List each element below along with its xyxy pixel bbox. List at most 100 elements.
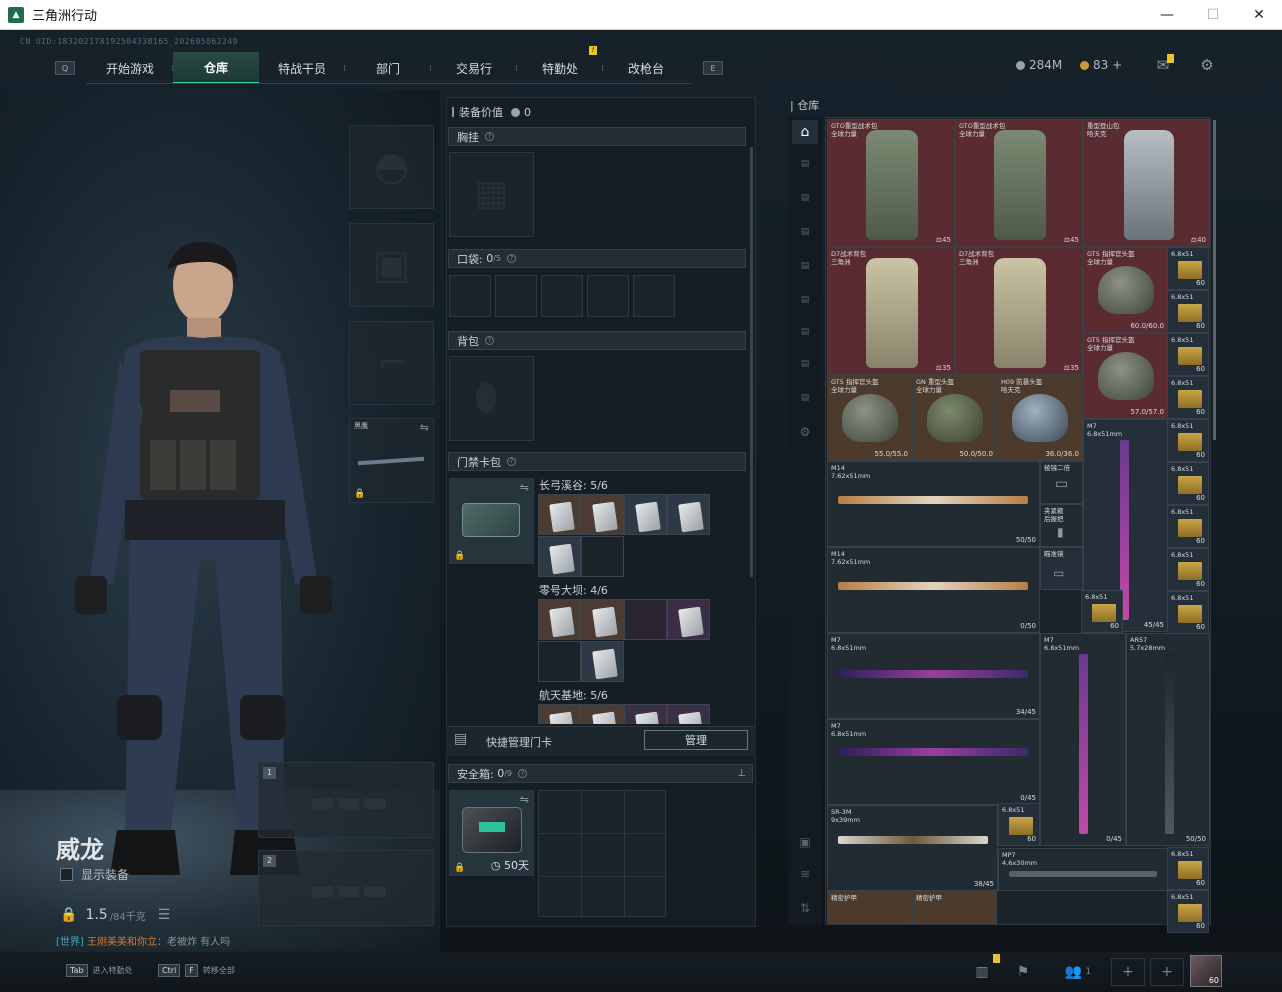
keycard-item[interactable] [667, 704, 710, 724]
tab-special-ops[interactable]: 特勤处! [517, 46, 603, 84]
ammo-item[interactable]: 6.8x51 60 [1167, 333, 1209, 376]
primary-weapon-slot-2[interactable]: 2 ▬▬▬ [258, 850, 434, 926]
tab-gunsmith[interactable]: 改枪台 [603, 52, 689, 84]
warehouse-item[interactable]: MP7 4.6x30mm [998, 848, 1168, 891]
pocket-slot-5[interactable] [633, 275, 675, 317]
warehouse-all-icon[interactable]: ⌂ [792, 120, 818, 144]
warehouse-item[interactable]: M7 6.8x51mm 0/45 [827, 719, 1040, 805]
swap-icon[interactable]: ⇋ [520, 793, 529, 806]
keycard-item[interactable] [624, 704, 667, 724]
chest-rig-slot[interactable]: ▦ [449, 152, 534, 237]
tab-department[interactable]: 部门 [345, 52, 431, 84]
keycard-empty-slot[interactable] [624, 599, 667, 640]
warehouse-item[interactable]: GT5 指挥官头盔 全球力量 57.0/57.0 [1083, 333, 1168, 419]
tab-trade[interactable]: 交易行 [431, 52, 517, 84]
safebox-grid[interactable] [538, 790, 666, 917]
warehouse-tab-6[interactable]: ▤ [792, 320, 818, 344]
nav-prev-key[interactable]: Q [55, 61, 75, 75]
tab-start-game[interactable]: 开始游戏 [87, 52, 173, 84]
warehouse-item[interactable]: D7战术背包 三角洲 ⚖35 [955, 247, 1083, 375]
melee-slot[interactable]: 黑鹰 ⇋ 🔒 [349, 418, 434, 503]
pocket-slot-1[interactable] [449, 275, 491, 317]
warehouse-item[interactable]: AR57 5.7x28mm 50/50 [1126, 633, 1210, 846]
warehouse-item[interactable]: GT5 指挥官头盔 全球力量 60.0/60.0 [1083, 247, 1168, 333]
warehouse-tab-3[interactable]: ▤ [792, 220, 818, 244]
world-chat-line[interactable]: [世界] 王刚美美和你立：老被炸 有人吗 [56, 933, 230, 948]
keycard-item[interactable] [538, 494, 581, 535]
ammo-item[interactable]: 6.8x51 60 [1167, 419, 1209, 462]
keycard-empty-slot[interactable] [538, 641, 581, 682]
ammo-item[interactable]: 6.8x51 60 [1167, 847, 1209, 890]
special-ops-hotkey[interactable]: Tab 进入特勤处 [66, 964, 133, 977]
pin-icon[interactable]: ⊥ [737, 768, 746, 779]
squad-icon[interactable]: 👥 1 [1058, 958, 1098, 986]
close-button[interactable]: ✕ [1236, 0, 1282, 30]
list-icon[interactable]: ☰ [158, 907, 171, 923]
ammo-item[interactable]: 6.8x51 60 [1167, 462, 1209, 505]
minimize-button[interactable]: — [1144, 0, 1190, 30]
keycard-item[interactable] [624, 494, 667, 535]
checkbox[interactable] [60, 868, 73, 881]
keycard-case-slot[interactable]: ⇋ 🔒 [449, 478, 534, 564]
warehouse-item[interactable]: GT5 指挥官头盔 全球力量 55.0/55.0 [827, 375, 912, 461]
help-icon[interactable]: ? [518, 769, 528, 778]
warehouse-item[interactable]: 精密护甲 [912, 891, 997, 924]
pocket-slot-4[interactable] [587, 275, 629, 317]
player-avatar[interactable]: 60 [1190, 955, 1222, 987]
warehouse-safe-icon[interactable]: ▣ [792, 830, 818, 854]
keycard-item[interactable] [538, 704, 581, 724]
maximize-button[interactable]: ☐ [1190, 0, 1236, 30]
warehouse-item[interactable]: 精密护甲 [827, 891, 912, 924]
warehouse-item[interactable]: GN 重型头盔 全球力量 50.0/50.0 [912, 375, 997, 461]
warehouse-item[interactable]: M14 7.62x51mm 0/50 [827, 547, 1040, 633]
tab-operators[interactable]: 特战干员 [259, 52, 345, 84]
swap-icon[interactable]: ⇋ [520, 481, 529, 494]
ammo-item[interactable]: 6.8x51 60 [998, 803, 1040, 846]
warehouse-item[interactable]: GTO重型战术包 全球力量 ⚖45 [955, 119, 1083, 247]
transfer-all-hotkey[interactable]: Ctrl F 转移全部 [158, 964, 235, 977]
panel-scrollbar[interactable] [750, 147, 753, 577]
add-friend-button[interactable]: + [1150, 958, 1184, 986]
help-icon[interactable]: ? [507, 457, 516, 466]
flag-icon[interactable]: ⚑ [1006, 958, 1040, 986]
keycard-item[interactable] [538, 599, 581, 640]
help-icon[interactable]: ? [485, 336, 494, 345]
warehouse-item[interactable]: 夹紧箍 后握把 ▮ [1040, 504, 1083, 547]
ammo-item[interactable]: 6.8x51 60 [1167, 890, 1209, 933]
warehouse-tab-7[interactable]: ▤ [792, 352, 818, 376]
warehouse-item[interactable]: M7 6.8x51mm 34/45 [827, 633, 1040, 719]
warehouse-item[interactable]: H09 防暴头盔 哈夫克 36.0/36.0 [997, 375, 1083, 461]
warehouse-item[interactable]: M14 7.62x51mm 50/50 [827, 461, 1040, 547]
warehouse-sort-icon[interactable]: ⇅ [792, 896, 818, 920]
keycard-item[interactable] [581, 494, 624, 535]
show-equipment-toggle[interactable]: 显示装备 [60, 866, 129, 883]
manage-button[interactable]: 管理 [644, 730, 748, 750]
warehouse-settings-icon[interactable]: ⚙ [792, 420, 818, 444]
keycard-empty-slot[interactable] [581, 536, 624, 577]
primary-weapon-slot-1[interactable]: 1 ▬▬▬ [258, 762, 434, 838]
swap-icon[interactable]: ⇋ [420, 421, 429, 434]
warehouse-tab-5[interactable]: ▤ [792, 288, 818, 312]
warehouse-tab-1[interactable]: ▤ [792, 152, 818, 176]
add-friend-button[interactable]: + [1111, 958, 1145, 986]
ammo-item[interactable]: 6.8x51 60 [1167, 247, 1209, 290]
tab-warehouse[interactable]: 仓库 [173, 52, 259, 84]
keycard-item[interactable] [581, 599, 624, 640]
ammo-item[interactable]: 6.8x51 60 [1167, 376, 1209, 419]
warehouse-scrollbar[interactable] [1213, 120, 1216, 440]
ammo-item[interactable]: 6.8x51 60 [1167, 591, 1209, 634]
keycard-item[interactable] [581, 704, 624, 724]
ammo-item[interactable]: 6.8x51 60 [1167, 290, 1209, 333]
ammo-item[interactable]: 6.8x51 60 [1167, 505, 1209, 548]
warehouse-stack-icon[interactable]: ≋ [792, 862, 818, 886]
nav-next-key[interactable]: E [703, 61, 723, 75]
warehouse-tab-8[interactable]: ▤ [792, 386, 818, 410]
warehouse-item[interactable]: D7战术背包 三角洲 ⚖35 [827, 247, 955, 375]
warehouse-tab-2[interactable]: ▤ [792, 186, 818, 210]
warehouse-tab-4[interactable]: ▤ [792, 254, 818, 278]
helmet-slot[interactable]: ◓ [349, 125, 434, 209]
settings-gear-icon[interactable]: ⚙ [1198, 56, 1216, 74]
warehouse-item[interactable]: 瞄准镜 ▭ [1040, 547, 1083, 590]
keycard-item[interactable] [667, 599, 710, 640]
ammo-item[interactable]: 6.8x51 60 [1081, 590, 1123, 633]
